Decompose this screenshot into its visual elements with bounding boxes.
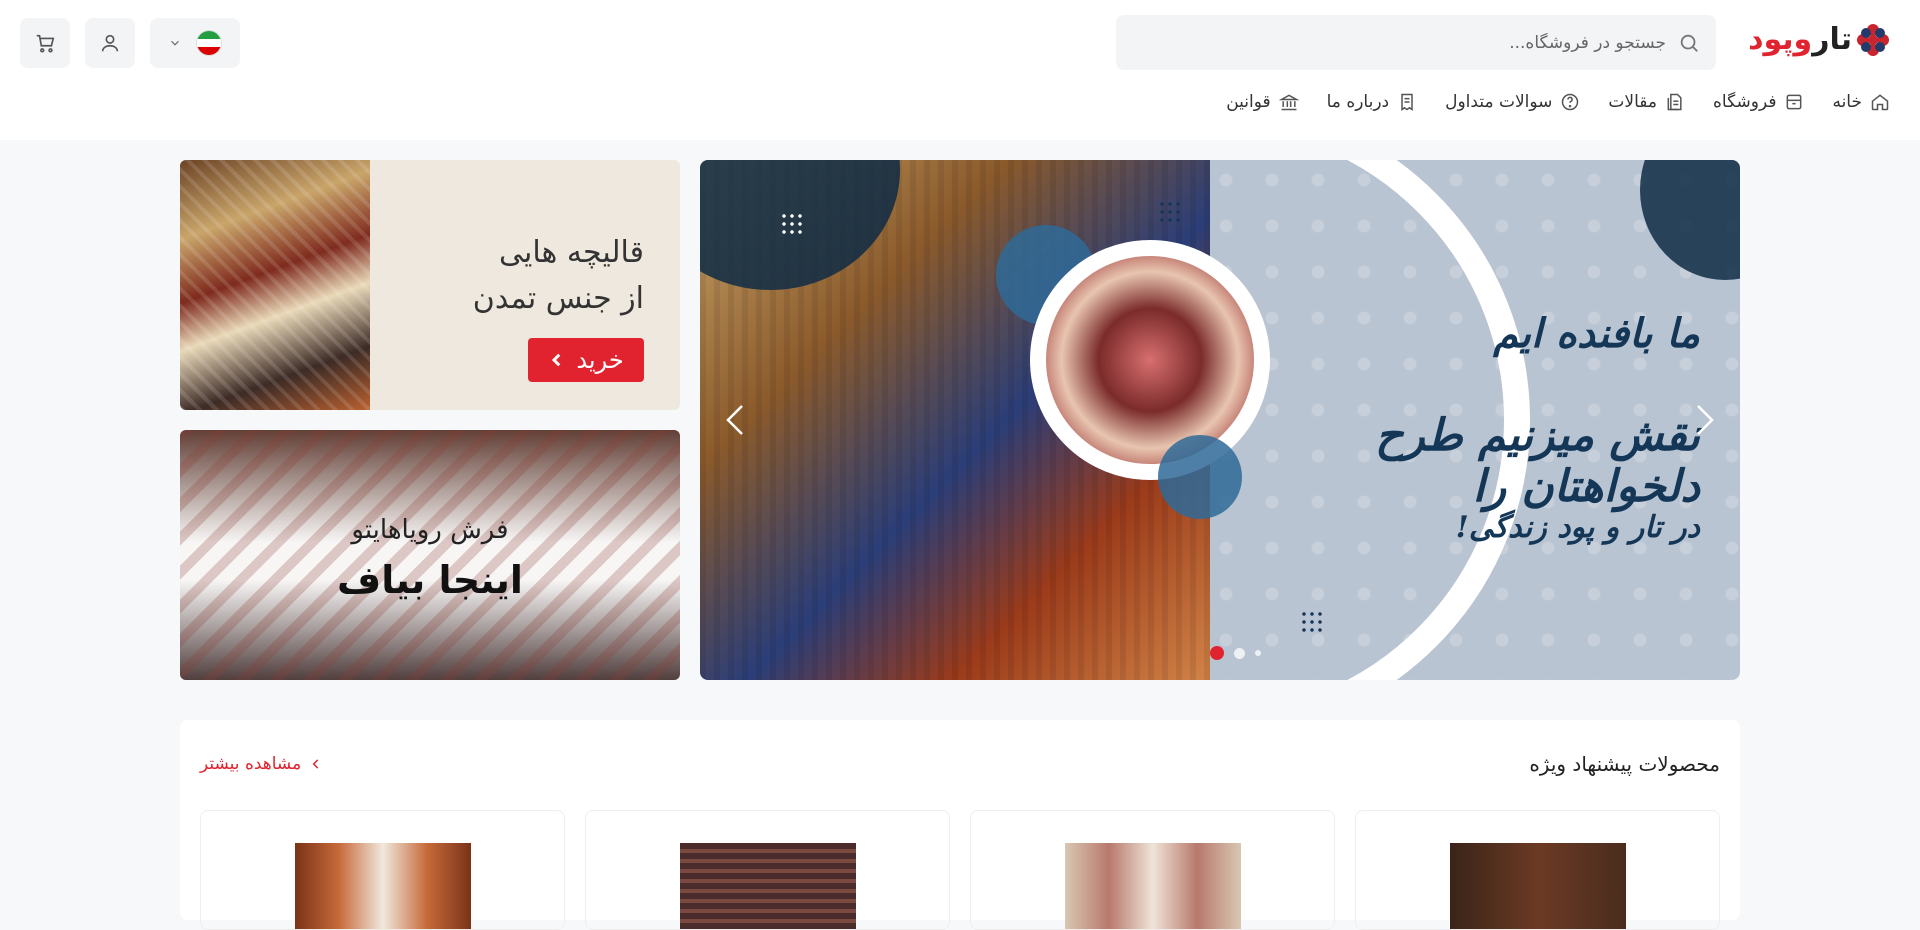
store-icon	[1787, 94, 1802, 110]
slider-dot[interactable]	[1255, 650, 1261, 656]
document-icon	[1667, 93, 1682, 111]
nav-item-store[interactable]: فروشگاه	[1713, 92, 1804, 112]
slider-pagination	[1210, 646, 1261, 660]
dots-decoration	[780, 212, 806, 238]
user-button[interactable]	[85, 18, 135, 68]
product-image	[1064, 843, 1241, 929]
search-icon[interactable]	[1678, 32, 1700, 54]
product-card[interactable]	[970, 810, 1335, 930]
search-input[interactable]	[1146, 32, 1666, 53]
nav-item-home[interactable]: خانه	[1832, 92, 1890, 112]
rug-image	[180, 160, 370, 410]
round-rug-image	[1030, 240, 1270, 480]
receipt-icon	[1401, 93, 1413, 111]
site-header: تاروپود خانه فروشگاه مقالات	[0, 0, 1920, 140]
nav-item-rules[interactable]: قوانین	[1226, 92, 1299, 112]
search-bar	[1116, 15, 1716, 70]
buy-button[interactable]: خرید	[528, 338, 644, 382]
question-icon	[1562, 93, 1579, 111]
nav-item-label: درباره ما	[1326, 92, 1390, 112]
rug-background-image	[180, 430, 680, 680]
section-title: محصولات پیشنهاد ویژه	[1529, 752, 1720, 776]
slider-dot-active[interactable]	[1210, 646, 1224, 660]
product-image	[679, 843, 856, 929]
nav-item-label: فروشگاه	[1713, 92, 1777, 112]
slider-dot[interactable]	[1234, 647, 1245, 659]
iran-flag-icon	[196, 30, 222, 56]
chevron-down-icon	[171, 40, 179, 46]
hero-line-2: نقش میزنیم طرح دلخواهتان را	[1375, 410, 1700, 512]
language-selector[interactable]	[150, 18, 240, 68]
nav-item-about[interactable]: درباره ما	[1327, 92, 1418, 112]
home-icon	[1871, 94, 1889, 111]
chevron-left-icon	[552, 353, 561, 367]
banner-rugs-line-1: قالیچه هایی	[499, 235, 644, 270]
product-image	[294, 843, 471, 929]
nav-item-label: مقالات	[1608, 92, 1658, 112]
logo-text: تاروپود	[1748, 22, 1852, 57]
product-list	[200, 810, 1720, 930]
product-card[interactable]	[585, 810, 950, 930]
see-more-label: مشاهده بیشتر	[200, 754, 302, 774]
logo-flower-icon	[1857, 23, 1889, 56]
cart-button[interactable]	[20, 18, 70, 68]
banner-dream-line-1: فرش رویاهایتو	[351, 515, 509, 545]
slider-prev-arrow-icon[interactable]	[720, 400, 750, 440]
banner-rugs[interactable]: قالیچه هایی از جنس تمدن خرید	[180, 160, 680, 410]
user-icon	[101, 34, 119, 52]
nav-item-label: سوالات متداول	[1445, 92, 1553, 112]
see-more-link[interactable]: مشاهده بیشتر	[200, 754, 323, 774]
nav-item-articles[interactable]: مقالات	[1608, 92, 1685, 112]
cart-icon	[36, 34, 55, 53]
chevron-left-icon	[312, 759, 319, 769]
logo[interactable]: تاروپود	[1748, 22, 1890, 57]
nav-item-faq[interactable]: سوالات متداول	[1445, 92, 1580, 112]
bank-icon	[1278, 94, 1299, 111]
banner-dream-rug[interactable]: فرش رویاهایتو اینجا بیاف	[180, 430, 680, 680]
banner-dream-line-2: اینجا بیاف	[337, 558, 523, 602]
dots-decoration	[1300, 610, 1326, 636]
hero-line-1: ما بافنده ایم	[1493, 310, 1700, 357]
hero-slider: ما بافنده ایم نقش میزنیم طرح دلخواهتان ر…	[700, 160, 1740, 680]
product-card[interactable]	[1355, 810, 1720, 930]
hero-blob	[1158, 435, 1242, 519]
main-nav: خانه فروشگاه مقالات سوالات متداول درباره…	[1226, 92, 1890, 112]
product-image	[1449, 843, 1626, 929]
nav-item-label: قوانین	[1226, 92, 1271, 112]
hero-line-3: در تار و پود زندگی!	[1455, 510, 1700, 545]
product-card[interactable]	[200, 810, 565, 930]
featured-products: محصولات پیشنهاد ویژه مشاهده بیشتر	[180, 720, 1740, 930]
banner-rugs-line-2: از جنس تمدن	[472, 281, 644, 316]
banner-rugs-text: قالیچه هایی از جنس تمدن	[473, 230, 644, 322]
slider-next-arrow-icon[interactable]	[1690, 400, 1720, 440]
dots-decoration	[1158, 200, 1184, 226]
nav-item-label: خانه	[1832, 92, 1862, 112]
buy-button-label: خرید	[576, 346, 624, 374]
